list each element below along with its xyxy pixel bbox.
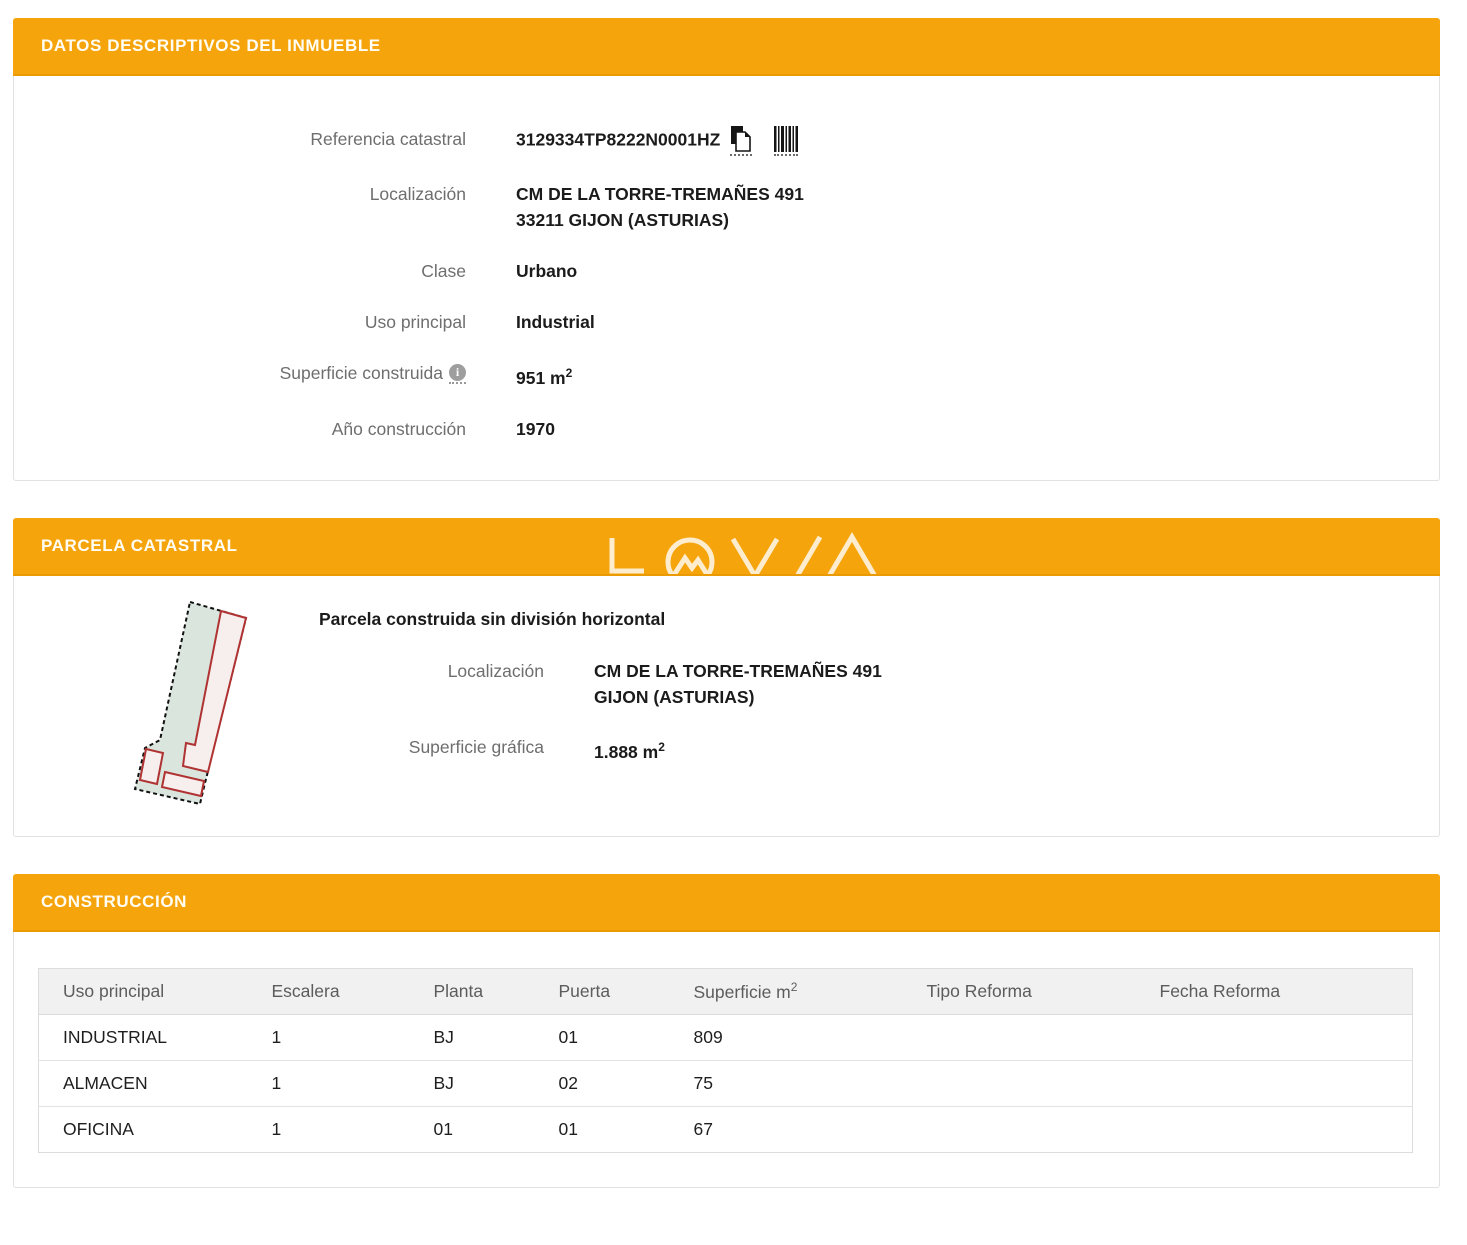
section-header-datos-descriptivos: DATOS DESCRIPTIVOS DEL INMUEBLE xyxy=(13,18,1440,76)
section-header-parcela-catastral: PARCELA CATASTRAL xyxy=(13,517,1440,576)
cadastral-report-page: DATOS DESCRIPTIVOS DEL INMUEBLE Referenc… xyxy=(0,0,1467,1245)
section-title: CONSTRUCCIÓN xyxy=(41,891,188,911)
table-row: OFICINA 1 01 01 67 xyxy=(63,1118,713,1139)
superficie-construida-sup: 2 xyxy=(565,366,573,380)
superficie-construida-value: 951 m xyxy=(516,367,566,388)
info-icon[interactable]: i xyxy=(449,364,466,385)
copy-icon[interactable] xyxy=(730,126,753,156)
superficie-grafica-label: Superficie gráfica xyxy=(408,736,544,757)
section-construccion: CONSTRUCCIÓN Uso principal Escalera Plan… xyxy=(13,873,1440,1188)
barcode-icon[interactable] xyxy=(774,126,799,156)
col-header-superficie: Superficie m2 xyxy=(685,968,919,1015)
localizacion-line2: 33211 GIJON (ASTURIAS) xyxy=(516,210,729,230)
col-header-tipo-reforma: Tipo Reforma xyxy=(918,968,1152,1015)
construccion-body: Uso principal Escalera Planta Puerta Sup… xyxy=(13,931,1440,1188)
col-header-puerta: Puerta xyxy=(550,968,686,1015)
parcela-catastral-body: Parcela construida sin división horizont… xyxy=(13,575,1440,837)
field-row-parcela-localizacion: Localización CM DE LA TORRE-TREMAÑES 491… xyxy=(319,658,1439,710)
field-row-anio-construccion: Año construcción 1970 xyxy=(14,416,1439,442)
clase-label: Clase xyxy=(421,261,466,281)
anio-construccion-label: Año construcción xyxy=(331,418,466,439)
section-datos-descriptivos: DATOS DESCRIPTIVOS DEL INMUEBLE Referenc… xyxy=(13,18,1440,481)
table-header-row: Uso principal Escalera Planta Puerta Sup… xyxy=(38,968,1413,1015)
clase-value: Urbano xyxy=(516,261,578,281)
col-header-fecha-reforma: Fecha Reforma xyxy=(1151,968,1413,1015)
localizacion-line1: CM DE LA TORRE-TREMAÑES 491 xyxy=(516,184,804,204)
table-row: ALMACEN 1 BJ 02 75 xyxy=(38,1060,1413,1107)
lova-watermark-logo xyxy=(609,531,877,574)
anio-construccion-value: 1970 xyxy=(516,418,555,439)
construccion-table: Uso principal Escalera Planta Puerta Sup… xyxy=(38,967,1413,1153)
field-row-uso-principal: Uso principal Industrial xyxy=(14,309,1439,335)
referencia-value: 3129334TP8222N0001HZ xyxy=(516,129,721,150)
field-row-clase: Clase Urbano xyxy=(14,258,1439,284)
section-title: DATOS DESCRIPTIVOS DEL INMUEBLE xyxy=(41,36,381,55)
field-row-localizacion: Localización CM DE LA TORRE-TREMAÑES 491… xyxy=(14,181,1439,233)
col-header-escalera: Escalera xyxy=(263,968,426,1015)
parcel-map xyxy=(133,600,248,806)
uso-principal-value: Industrial xyxy=(516,312,595,332)
col-header-planta: Planta xyxy=(425,968,551,1015)
field-row-referencia: Referencia catastral 3129334TP8222N0001H… xyxy=(14,126,1439,156)
section-header-construccion: CONSTRUCCIÓN xyxy=(13,873,1440,932)
localizacion-label: Localización xyxy=(369,184,466,204)
superficie-construida-label: Superficie construida xyxy=(279,363,443,383)
section-title: PARCELA CATASTRAL xyxy=(41,535,238,555)
table-row: INDUSTRIAL 1 BJ 01 809 xyxy=(38,1014,1413,1061)
datos-descriptivos-body: Referencia catastral 3129334TP8222N0001H… xyxy=(13,76,1440,481)
parcela-localizacion-line1: CM DE LA TORRE-TREMAÑES 491 xyxy=(594,660,882,681)
field-row-superficie-grafica: Superficie gráfica 1.888 m2 xyxy=(319,734,1439,765)
parcela-subtitle: Parcela construida sin división horizont… xyxy=(319,608,666,629)
parcela-localizacion-line2: GIJON (ASTURIAS) xyxy=(594,686,755,707)
section-parcela-catastral: PARCELA CATASTRAL Parcela construida sin… xyxy=(13,517,1440,837)
uso-principal-label: Uso principal xyxy=(364,312,466,332)
col-header-uso-principal: Uso principal xyxy=(38,968,264,1015)
superficie-grafica-value: 1.888 m xyxy=(594,741,659,762)
parcela-localizacion-label: Localización xyxy=(447,660,544,681)
superficie-grafica-sup: 2 xyxy=(658,739,665,754)
referencia-label: Referencia catastral xyxy=(310,129,466,149)
field-row-superficie-construida: Superficie construida i 951 m2 xyxy=(14,360,1439,391)
